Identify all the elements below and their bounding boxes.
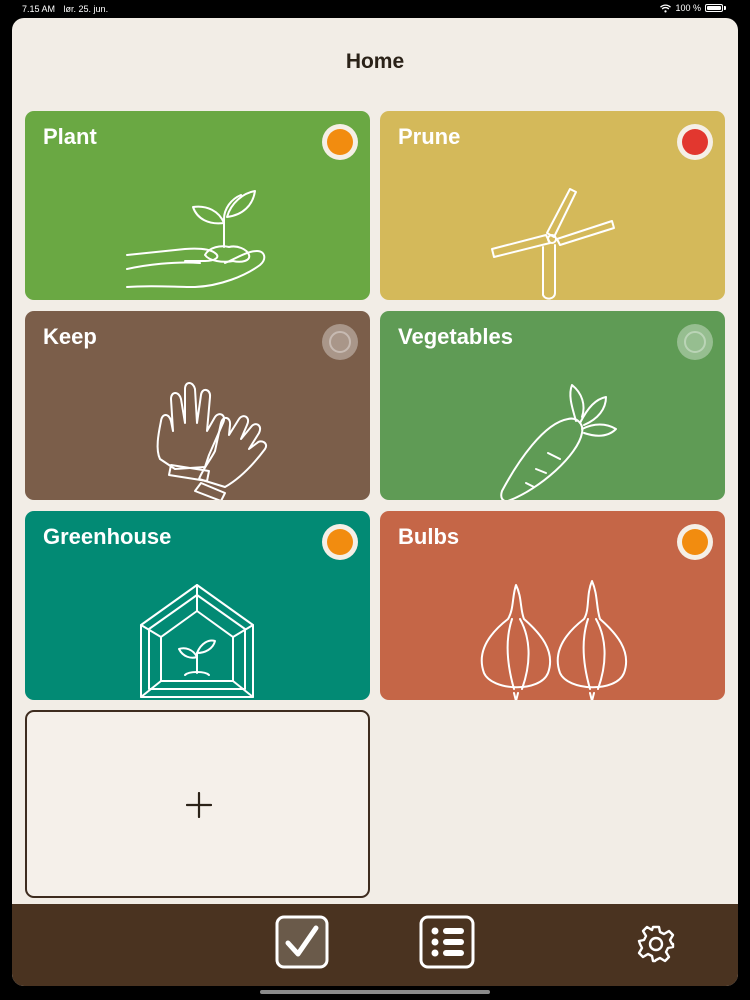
status-dot-fill xyxy=(327,129,353,155)
tile-keep[interactable]: Keep xyxy=(25,311,370,500)
wifi-icon xyxy=(660,3,672,12)
home-indicator xyxy=(260,990,490,994)
tile-label: Greenhouse xyxy=(43,524,172,549)
tile-greenhouse[interactable]: Greenhouse xyxy=(25,511,370,700)
carrot-icon xyxy=(500,384,617,500)
gear-icon[interactable] xyxy=(636,924,676,964)
status-dot-fill xyxy=(682,529,708,555)
gardening-gloves-icon xyxy=(156,382,267,500)
list-icon[interactable] xyxy=(418,914,476,970)
tile-prune[interactable]: Prune xyxy=(380,111,725,300)
tile-label: Bulbs xyxy=(398,524,460,549)
tile-label: Keep xyxy=(43,324,97,349)
greenhouse-icon xyxy=(140,584,254,698)
bulbs-icon xyxy=(480,580,628,700)
status-right: 100 % xyxy=(660,3,726,13)
battery-cap xyxy=(724,6,726,10)
status-dot-empty xyxy=(322,324,358,360)
status-dot xyxy=(677,124,713,160)
add-tile-button[interactable] xyxy=(25,710,370,898)
battery-percent: 100 % xyxy=(675,3,701,13)
tile-label: Vegetables xyxy=(398,324,513,349)
tile-vegetables[interactable]: Vegetables xyxy=(380,311,725,500)
tile-label: Plant xyxy=(43,124,97,149)
status-time: 7.15 AM xyxy=(22,4,56,14)
status-dot-fill xyxy=(327,529,353,555)
status-dot-empty xyxy=(677,324,713,360)
status-dot xyxy=(322,124,358,160)
status-left: 7.15 AM lør. 25. jun. xyxy=(22,4,114,14)
status-dot xyxy=(677,524,713,560)
status-dot xyxy=(322,524,358,560)
pruning-shears-icon xyxy=(491,188,615,300)
page-title: Home xyxy=(345,50,405,73)
tab-bar xyxy=(12,904,738,986)
status-dot-ring xyxy=(684,331,706,353)
tile-label: Prune xyxy=(398,124,461,149)
plus-icon xyxy=(186,792,212,818)
status-dot-ring xyxy=(329,331,351,353)
status-dot-fill xyxy=(682,129,708,155)
app-window: Home Plant Prune Keep Vegetables Greenho… xyxy=(12,18,738,986)
tile-plant[interactable]: Plant xyxy=(25,111,370,300)
hand-sprout-icon xyxy=(126,190,266,288)
checkbox-icon[interactable] xyxy=(274,914,330,970)
status-bar: 7.15 AM lør. 25. jun. 100 % xyxy=(0,0,750,18)
status-date: lør. 25. jun. xyxy=(63,4,109,14)
battery-icon xyxy=(705,4,723,12)
tile-bulbs[interactable]: Bulbs xyxy=(380,511,725,700)
